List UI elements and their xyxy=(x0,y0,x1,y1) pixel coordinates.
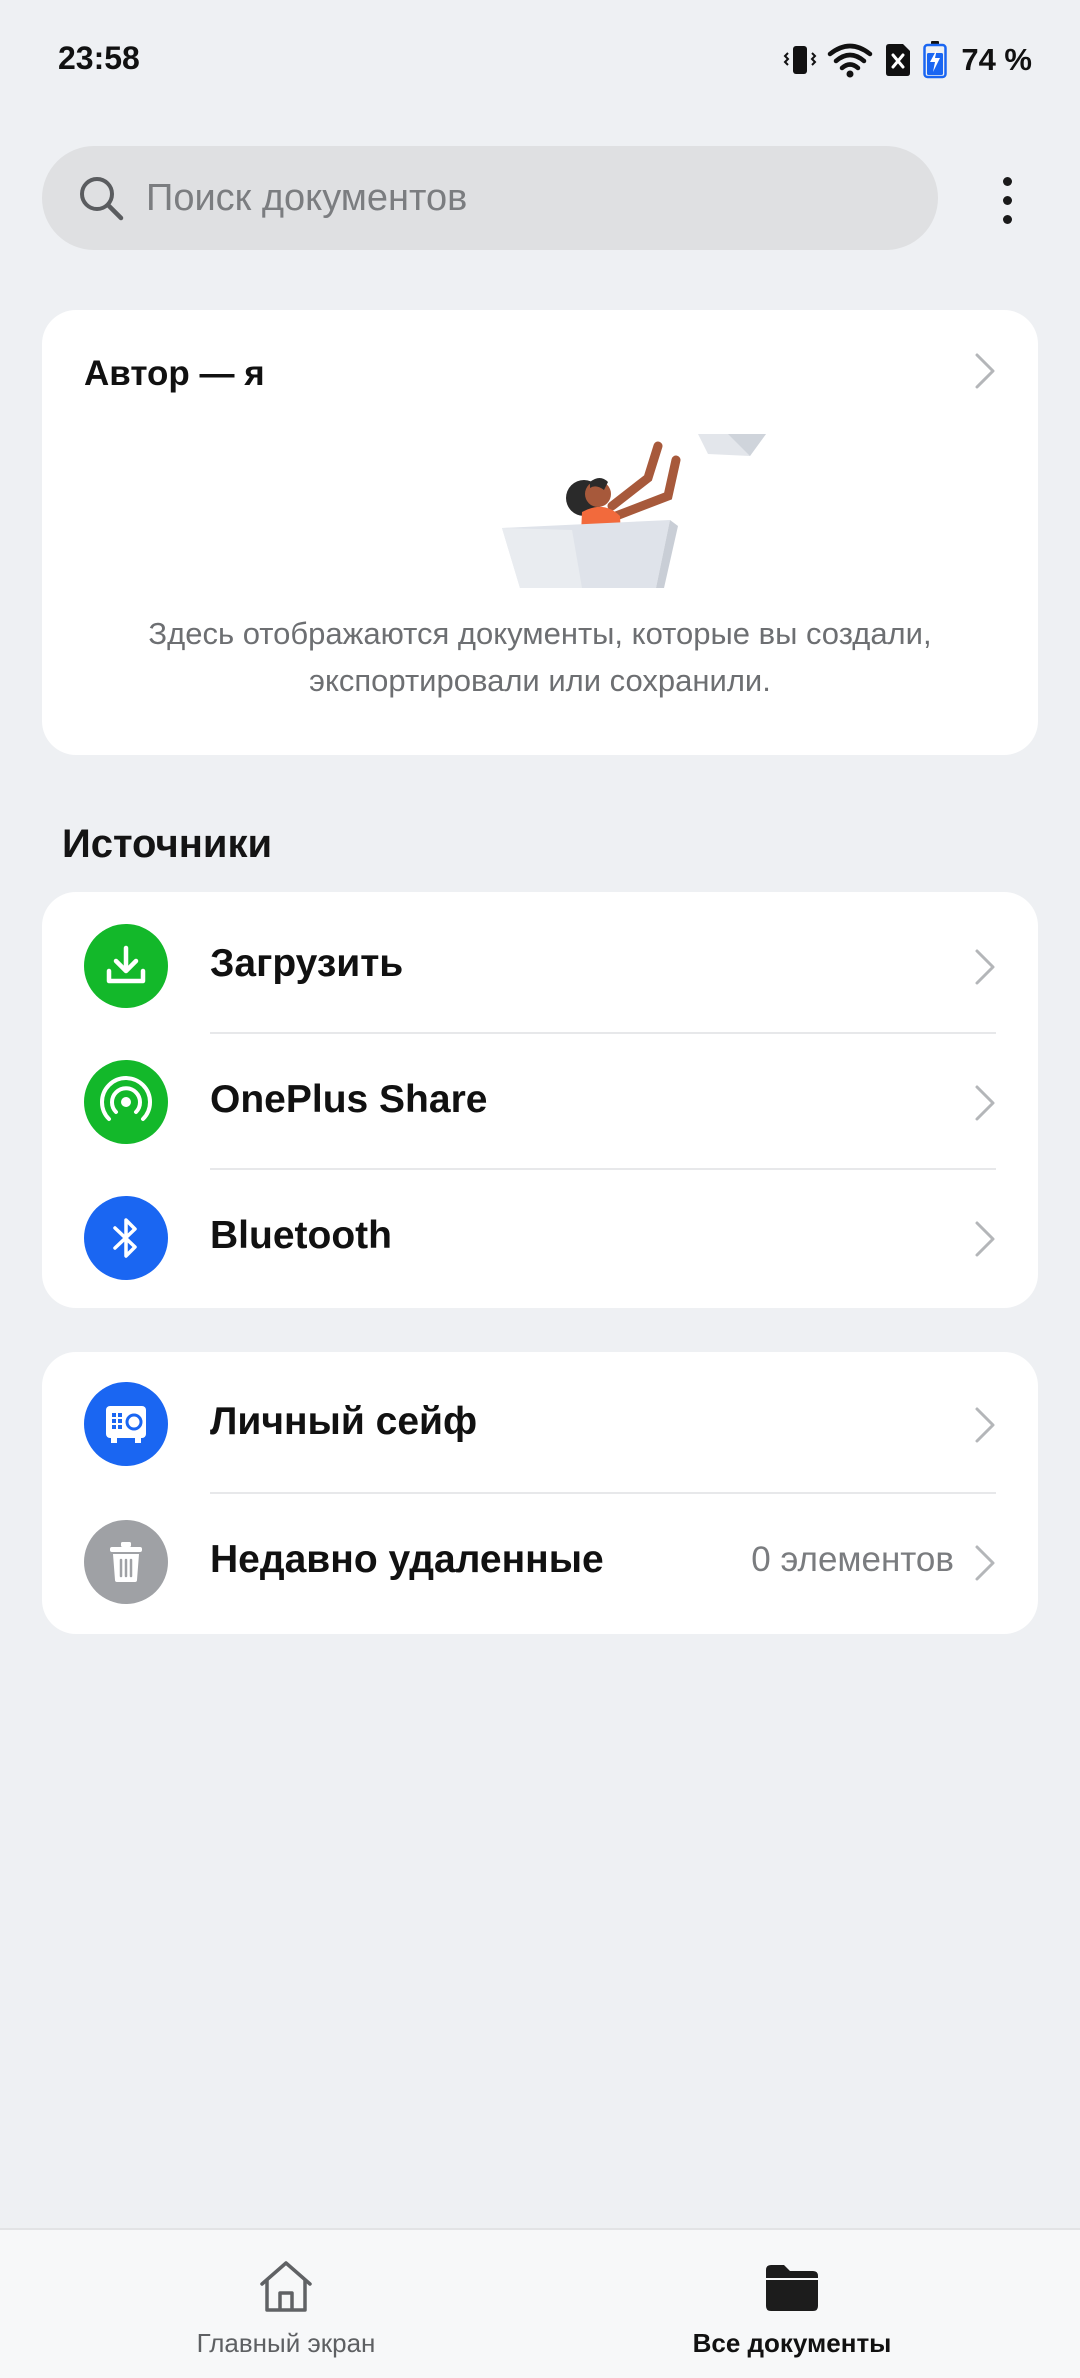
battery-charging-icon xyxy=(923,41,948,79)
list-item-label: Недавно удаленные xyxy=(210,1538,604,1581)
status-bar: 23:58 74 % xyxy=(0,0,1080,120)
battery-percent: 74 % xyxy=(961,42,1032,77)
more-options-button[interactable] xyxy=(980,160,1034,240)
storage-card: Личный сейф Недавно удаленные 0 элементо… xyxy=(42,1352,1038,1634)
list-item-download[interactable]: Загрузить xyxy=(42,898,1038,1034)
nav-item-all-documents[interactable]: Все документы xyxy=(522,2230,1062,2378)
list-item-oneplus-share[interactable]: OnePlus Share xyxy=(42,1034,1038,1170)
chevron-right-icon xyxy=(975,1407,995,1443)
chevron-right-icon xyxy=(975,1221,995,1257)
bluetooth-icon xyxy=(84,1196,168,1280)
chevron-right-icon[interactable] xyxy=(974,352,996,390)
empty-state-illustration xyxy=(502,434,766,588)
chevron-right-icon xyxy=(975,1545,995,1581)
chevron-right-icon xyxy=(975,1085,995,1121)
search-bar[interactable] xyxy=(42,146,938,250)
safe-icon xyxy=(84,1382,168,1466)
bottom-navigation: Главный экран Все документы xyxy=(0,2228,1080,2378)
trash-icon xyxy=(84,1520,168,1604)
status-icons: 74 % xyxy=(783,38,1032,82)
nav-label: Главный экран xyxy=(196,2328,376,2358)
folder-icon xyxy=(766,2265,818,2311)
sources-section-title: Источники xyxy=(62,822,273,866)
list-item-label: Bluetooth xyxy=(210,1214,392,1257)
author-card-title: Автор — я xyxy=(84,354,265,393)
home-icon xyxy=(260,2261,312,2312)
nav-label: Все документы xyxy=(692,2328,892,2358)
nav-item-home[interactable]: Главный экран xyxy=(16,2230,556,2378)
download-icon xyxy=(84,924,168,1008)
list-item-private-safe[interactable]: Личный сейф xyxy=(42,1356,1038,1492)
list-item-bluetooth[interactable]: Bluetooth xyxy=(42,1170,1038,1306)
chevron-right-icon xyxy=(975,949,995,985)
search-input[interactable] xyxy=(144,175,908,221)
list-item-recently-deleted[interactable]: Недавно удаленные 0 элементов xyxy=(42,1494,1038,1630)
more-vertical-icon xyxy=(1002,176,1012,186)
list-item-label: Загрузить xyxy=(210,942,404,985)
list-item-label: Личный сейф xyxy=(210,1400,478,1443)
sim-off-icon xyxy=(886,44,911,76)
author-card[interactable]: Автор — я Здесь отображаются документы, … xyxy=(42,310,1038,755)
deleted-count: 0 элементов xyxy=(751,1540,954,1579)
share-signal-icon xyxy=(84,1060,168,1144)
sources-card: Загрузить OnePlus Share Bluetooth xyxy=(42,892,1038,1308)
wifi-icon xyxy=(828,43,873,78)
vibrate-icon xyxy=(783,46,817,74)
status-time: 23:58 xyxy=(58,40,140,76)
author-card-description: Здесь отображаются документы, которые вы… xyxy=(148,616,932,698)
list-item-label: OnePlus Share xyxy=(210,1078,488,1121)
search-icon xyxy=(80,177,124,221)
